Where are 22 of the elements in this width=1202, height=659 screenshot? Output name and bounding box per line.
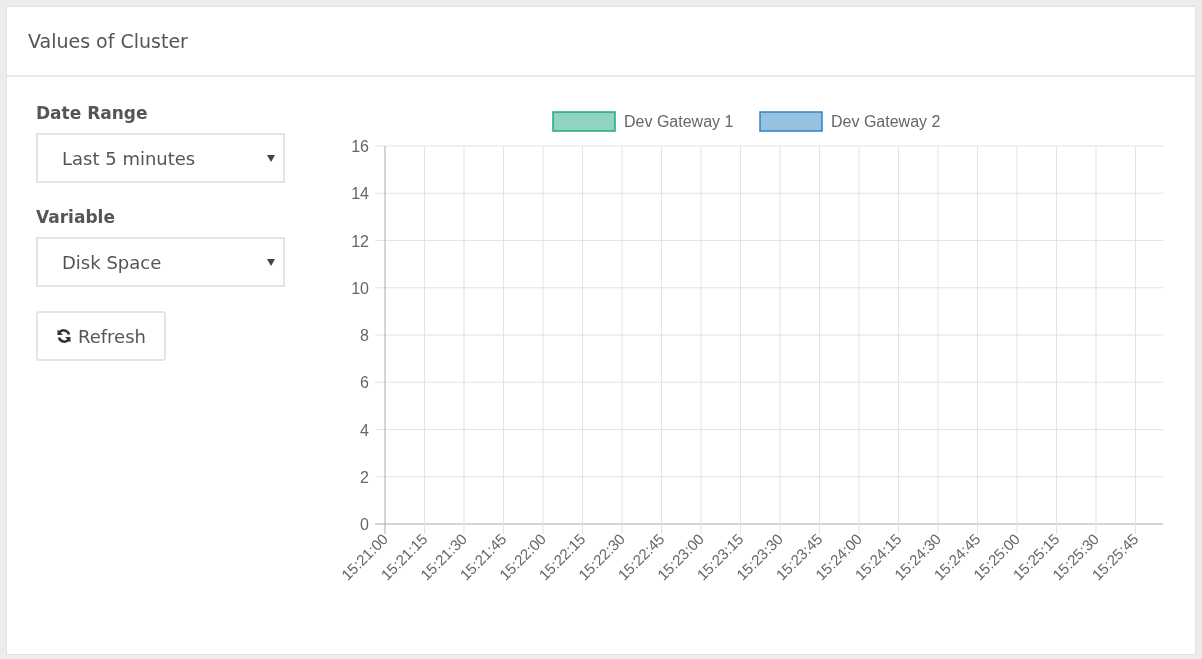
legend-swatch[interactable] <box>759 111 823 132</box>
caret-icon <box>267 258 275 266</box>
panel-title: Values of Cluster <box>28 30 188 52</box>
refresh-button[interactable]: Refresh <box>36 311 166 361</box>
refresh-icon <box>56 328 72 344</box>
y-axis-label: 2 <box>360 468 369 486</box>
y-axis-label: 4 <box>360 421 369 439</box>
legend-label[interactable]: Dev Gateway 2 <box>831 113 941 130</box>
field-label: Variable <box>36 207 115 227</box>
dropdown[interactable]: Disk Space <box>36 237 285 287</box>
legend-swatch[interactable] <box>552 111 616 132</box>
dropdown[interactable]: Last 5 minutes <box>36 133 285 183</box>
y-axis-label: 10 <box>351 279 369 297</box>
y-axis-label: 16 <box>351 138 369 155</box>
y-axis-label: 6 <box>360 374 369 392</box>
y-axis-label: 12 <box>351 232 369 250</box>
y-axis-label: 0 <box>360 516 369 533</box>
caret-icon <box>267 154 275 162</box>
y-axis-label: 14 <box>351 185 369 203</box>
legend-label[interactable]: Dev Gateway 1 <box>624 113 734 130</box>
y-axis-label: 8 <box>360 327 369 344</box>
field-label: Date Range <box>36 103 148 123</box>
